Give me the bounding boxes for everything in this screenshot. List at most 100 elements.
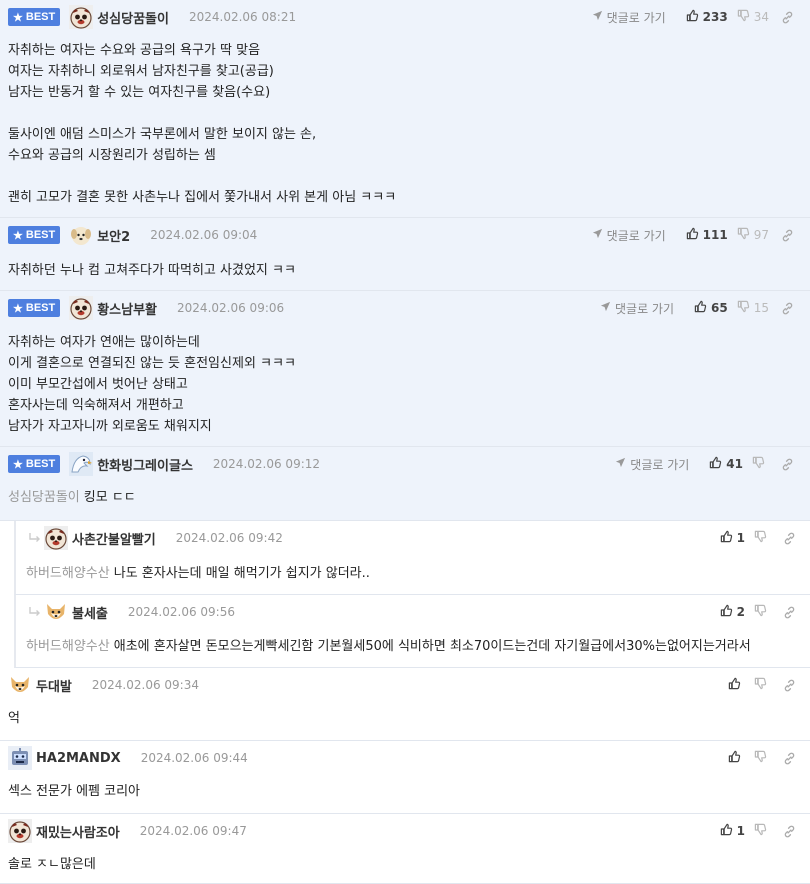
author-nickname[interactable]: 황스남부활: [97, 299, 157, 318]
comment-text: 자취하는 여자가 연애는 많이하는데: [8, 335, 200, 350]
goto-comment-link[interactable]: 댓글로 가기: [592, 227, 666, 244]
comment-item: ★ BEST 황스남부활 2024.02.06 09:06 댓글로 가기 65 15 자취하는…: [0, 291, 810, 447]
author-nickname[interactable]: 재밌는사람조아: [36, 822, 120, 841]
shiba-avatar[interactable]: [44, 600, 68, 624]
downvote-count: 34: [753, 10, 769, 24]
upvote-button[interactable]: [728, 677, 745, 693]
send-icon: [592, 228, 607, 242]
comment-date: 2024.02.06 09:47: [139, 824, 247, 838]
best-badge: ★ BEST: [8, 226, 61, 244]
best-badge-label: BEST: [25, 302, 56, 314]
goto-comment-link[interactable]: 댓글로 가기: [615, 456, 689, 473]
comment-text: 여자는 자취하니 외로워서 남자친구를 찾고(공급): [8, 64, 274, 79]
thumbs-down-icon: [737, 227, 754, 243]
author-nickname[interactable]: 한화빙그레이글스: [97, 455, 193, 474]
upvote-count: 233: [702, 10, 728, 24]
goto-comment-label: 댓글로 가기: [630, 457, 690, 472]
thumbs-down-icon: [754, 604, 771, 620]
upvote-count: 65: [711, 301, 728, 315]
comment-header: 사촌간불알빨기 2024.02.06 09:42: [28, 521, 810, 555]
link-icon[interactable]: [781, 302, 798, 315]
upvote-count: 2: [736, 605, 745, 619]
comment-actions: [719, 668, 804, 702]
downvote-count: 15: [753, 301, 769, 315]
comment-text: 애초에 혼자살면 돈모으는게빡세긴함 기본월세50에 식비하면 최소70이드는건…: [113, 639, 751, 654]
goto-comment-link[interactable]: 댓글로 가기: [592, 9, 666, 26]
comment-line: 수요와 공급의 시장원리가 성립하는 셈: [8, 145, 810, 166]
mention-nickname[interactable]: 하버드해양수산: [26, 639, 110, 654]
dog-mask-avatar[interactable]: [44, 526, 68, 550]
best-badge-label: BEST: [25, 11, 56, 23]
downvote-button[interactable]: [752, 456, 769, 472]
comment-line: 남자는 반동거 할 수 있는 여자친구를 찾음(수요): [8, 82, 810, 103]
comment-text: 자취하던 누나 컴 고쳐주다가 따먹히고 사겼었지 ㅋㅋ: [8, 263, 296, 278]
comment-line: 둘사이엔 애덤 스미스가 국부론에서 말한 보이지 않는 손,: [8, 124, 810, 145]
link-icon[interactable]: [783, 606, 800, 619]
star-icon: ★: [13, 11, 23, 24]
downvote-button[interactable]: 34: [737, 9, 769, 25]
upvote-button[interactable]: 2: [720, 604, 745, 620]
upvote-button[interactable]: 111: [686, 227, 728, 243]
link-icon[interactable]: [781, 458, 798, 471]
thumbs-up-icon: [720, 823, 737, 839]
puppy-avatar[interactable]: [69, 223, 93, 247]
comment-date: 2024.02.06 09:42: [175, 531, 283, 545]
link-icon[interactable]: [783, 752, 800, 765]
author-nickname[interactable]: 성심당꿈돌이: [97, 8, 169, 27]
link-icon[interactable]: [783, 532, 800, 545]
goto-comment-link[interactable]: 댓글로 가기: [600, 300, 674, 317]
comment-actions: 1: [711, 814, 804, 848]
link-icon[interactable]: [781, 229, 798, 242]
author-nickname[interactable]: 불세출: [72, 603, 108, 622]
downvote-button[interactable]: [754, 530, 771, 546]
best-badge-label: BEST: [25, 458, 56, 470]
upvote-button[interactable]: 41: [709, 456, 743, 472]
comment-text: 둘사이엔 애덤 스미스가 국부론에서 말한 보이지 않는 손,: [8, 127, 317, 142]
upvote-button[interactable]: 1: [720, 823, 745, 839]
mention-nickname[interactable]: 하버드해양수산: [26, 566, 110, 581]
downvote-button[interactable]: [754, 677, 771, 693]
upvote-button[interactable]: 1: [720, 530, 745, 546]
upvote-button[interactable]: 233: [686, 9, 728, 25]
comment-body: 솔로 ㅈㄴ많은데: [8, 854, 810, 875]
author-nickname[interactable]: 보안2: [97, 226, 130, 245]
comment-body: 섹스 전문가 에펨 코리아: [8, 781, 810, 802]
author-nickname[interactable]: 두대발: [36, 676, 72, 695]
comment-item: HA2MANDX 2024.02.06 09:44 섹스 전문가 에펨 코리아: [0, 741, 810, 814]
author-nickname[interactable]: HA2MANDX: [36, 751, 121, 766]
comment-item: 두대발 2024.02.06 09:34 억: [0, 668, 810, 741]
upvote-button[interactable]: [728, 750, 745, 766]
link-icon[interactable]: [783, 825, 800, 838]
comment-body: 하버드해양수산 애초에 혼자살면 돈모으는게빡세긴함 기본월세50에 식비하면 최…: [26, 636, 810, 657]
downvote-button[interactable]: 15: [737, 300, 769, 316]
robot-avatar[interactable]: [8, 746, 32, 770]
dog-mask-avatar[interactable]: [69, 296, 94, 320]
comment-line: 성심당꿈돌이 킹모 ㄷㄷ: [8, 487, 810, 508]
thumbs-up-icon: [728, 750, 745, 766]
comment-line: 억: [8, 708, 810, 729]
downvote-button[interactable]: [754, 604, 771, 620]
downvote-button[interactable]: [754, 750, 771, 766]
comment-date: 2024.02.06 09:04: [150, 228, 258, 242]
upvote-count: 41: [726, 457, 743, 471]
comment-item: ★ BEST 한화빙그레이글스 2024.02.06 09:12 댓글로 가기 41 성심당…: [0, 447, 810, 521]
comment-actions: 댓글로 가기 65 15: [600, 291, 802, 325]
upvote-button[interactable]: 65: [694, 300, 728, 316]
downvote-button[interactable]: 97: [737, 227, 769, 243]
thumbs-down-icon: [754, 750, 771, 766]
comment-text: 나도 혼자사는데 매일 해먹기가 쉽지가 않더라..: [113, 566, 370, 581]
comment-line: 이게 결혼으로 연결되진 않는 듯 혼전임신제외 ㅋㅋㅋ: [8, 353, 810, 374]
mention-nickname[interactable]: 성심당꿈돌이: [8, 490, 80, 505]
author-nickname[interactable]: 사촌간불알빨기: [72, 529, 156, 548]
eagle-avatar[interactable]: [69, 452, 94, 476]
best-badge-label: BEST: [25, 229, 56, 241]
comment-date: 2024.02.06 09:34: [91, 678, 199, 692]
shiba-avatar[interactable]: [8, 673, 32, 697]
comment-text: 수요와 공급의 시장원리가 성립하는 셈: [8, 148, 216, 163]
link-icon[interactable]: [781, 11, 798, 24]
dog-mask-avatar[interactable]: [8, 819, 32, 843]
link-icon[interactable]: [783, 679, 800, 692]
downvote-button[interactable]: [754, 823, 771, 839]
goto-comment-label: 댓글로 가기: [606, 228, 666, 243]
dog-mask-avatar[interactable]: [69, 5, 94, 29]
